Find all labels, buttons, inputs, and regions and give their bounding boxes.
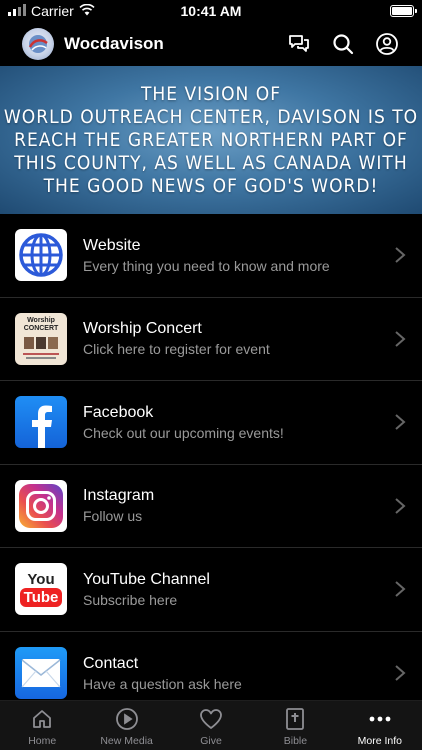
vision-line: The Vision of xyxy=(140,82,282,105)
item-title: Contact xyxy=(83,654,139,672)
tab-home[interactable]: Home xyxy=(0,701,84,750)
status-bar: Carrier 10:41 AM xyxy=(0,0,422,22)
vision-line: World Outreach Center, Davison is to xyxy=(3,105,419,128)
chevron-right-icon xyxy=(395,414,406,431)
tab-more-info[interactable]: More Info xyxy=(338,701,422,750)
chevron-right-icon xyxy=(395,665,406,682)
tab-label: More Info xyxy=(357,735,402,747)
item-text: YouTube Channel Subscribe here xyxy=(83,571,394,608)
battery-icon xyxy=(390,5,417,17)
chat-bubbles-icon[interactable] xyxy=(286,31,312,57)
item-text: Facebook Check out our upcoming events! xyxy=(83,404,394,441)
item-title: Website xyxy=(83,236,141,254)
facebook-icon xyxy=(15,396,67,449)
youtube-logo-bottom: Tube xyxy=(19,587,63,607)
app-name: Wocdavison xyxy=(64,34,164,53)
item-text: Instagram Follow us xyxy=(83,487,394,524)
chevron-right-icon xyxy=(395,330,406,347)
carrier-label: Carrier xyxy=(31,3,74,19)
youtube-icon: You Tube xyxy=(15,563,67,616)
item-subtitle: Follow us xyxy=(83,508,143,525)
globe-icon xyxy=(15,229,67,282)
more-icon xyxy=(368,707,392,731)
vision-line: reach the greater northern part of xyxy=(14,128,408,151)
bible-icon xyxy=(283,707,307,731)
tab-label: New Media xyxy=(100,735,153,747)
mail-icon xyxy=(15,647,67,700)
profile-icon[interactable] xyxy=(374,31,400,57)
tab-new-media[interactable]: New Media xyxy=(84,701,168,750)
header-actions xyxy=(286,31,400,57)
play-icon xyxy=(115,707,139,731)
tab-label: Give xyxy=(200,735,222,747)
list-item-facebook[interactable]: Facebook Check out our upcoming events! xyxy=(0,381,422,465)
chevron-right-icon xyxy=(395,581,406,598)
item-title: Instagram xyxy=(83,487,155,505)
item-text: Contact Have a question ask here xyxy=(83,655,394,692)
wifi-icon xyxy=(79,3,95,19)
tab-bible[interactable]: Bible xyxy=(253,701,337,750)
worship-concert-flyer: Worship CONCERT xyxy=(15,312,67,365)
home-icon xyxy=(30,707,54,731)
tab-give[interactable]: Give xyxy=(169,701,253,750)
vision-banner: The Vision of World Outreach Center, Dav… xyxy=(0,66,422,214)
item-title: YouTube Channel xyxy=(83,570,210,588)
tab-bar: Home New Media Give Bible More Info xyxy=(0,700,422,750)
instagram-icon xyxy=(15,479,67,532)
list-item-instagram[interactable]: Instagram Follow us xyxy=(0,465,422,548)
battery-level xyxy=(392,7,412,15)
youtube-logo-top: You xyxy=(27,570,55,588)
vision-line: the good news of God's word! xyxy=(43,174,379,197)
item-subtitle: Click here to register for event xyxy=(83,341,270,358)
item-subtitle: Subscribe here xyxy=(83,591,178,608)
signal-icon xyxy=(8,3,26,19)
item-title: Facebook xyxy=(83,403,154,421)
more-info-list: Website Every thing you need to know and… xyxy=(0,214,422,715)
flyer-subheading: CONCERT xyxy=(23,324,59,332)
chevron-right-icon xyxy=(395,247,406,264)
flyer-photos xyxy=(24,336,58,349)
status-right xyxy=(390,5,417,17)
item-subtitle: Have a question ask here xyxy=(83,675,242,692)
search-icon[interactable] xyxy=(330,31,356,57)
chevron-right-icon xyxy=(395,497,406,514)
heart-icon xyxy=(199,707,223,731)
church-logo[interactable] xyxy=(22,28,54,60)
item-text: Worship Concert Click here to register f… xyxy=(83,320,394,357)
list-item-youtube[interactable]: You Tube YouTube Channel Subscribe here xyxy=(0,548,422,632)
flyer-text-lines xyxy=(23,352,59,355)
status-left: Carrier xyxy=(8,3,95,19)
item-text: Website Every thing you need to know and… xyxy=(83,237,394,274)
item-subtitle: Check out our upcoming events! xyxy=(83,424,284,441)
tab-label: Home xyxy=(28,735,57,747)
app-header: Wocdavison xyxy=(0,22,422,66)
list-item-website[interactable]: Website Every thing you need to know and… xyxy=(0,214,422,298)
flyer-heading: Worship xyxy=(27,316,55,324)
list-item-worship-concert[interactable]: Worship CONCERT Worship Concert Click he… xyxy=(0,298,422,381)
vision-statement: The Vision of World Outreach Center, Dav… xyxy=(4,83,418,198)
item-subtitle: Every thing you need to know and more xyxy=(83,257,330,274)
vision-line: this county, as well as Canada with xyxy=(14,151,408,174)
item-title: Worship Concert xyxy=(83,320,202,338)
tab-label: Bible xyxy=(283,735,308,747)
